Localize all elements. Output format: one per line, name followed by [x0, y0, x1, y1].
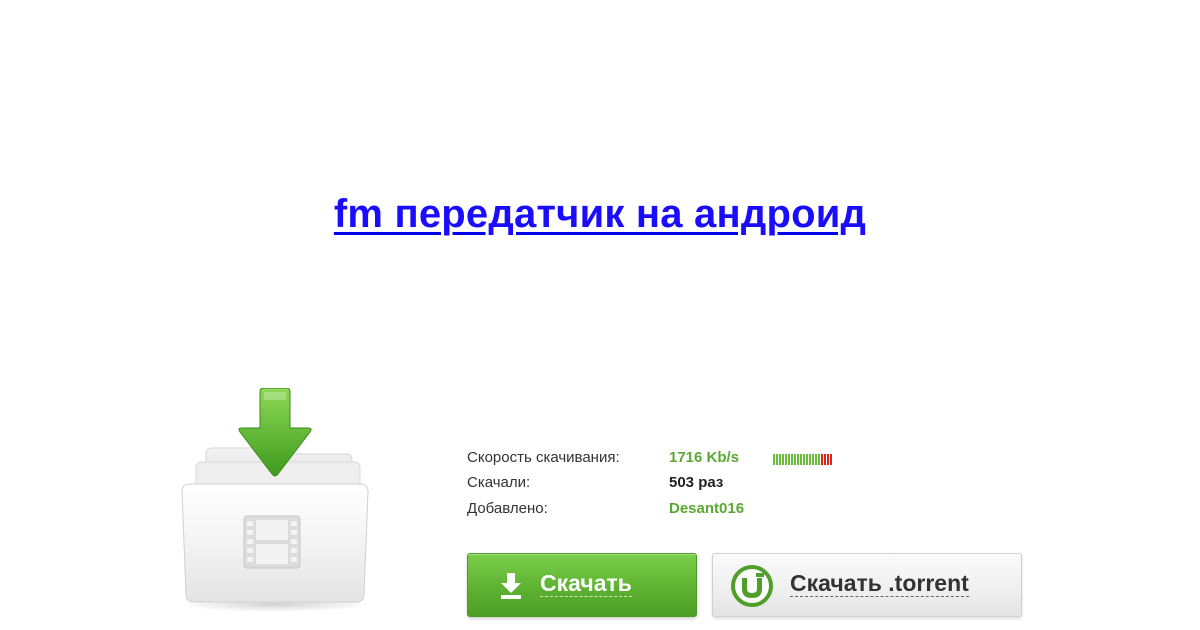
utorrent-icon: [731, 565, 773, 607]
page-title-link[interactable]: fm передатчик на андроид: [0, 192, 1200, 237]
speed-bar-green: [794, 454, 796, 465]
speed-bar-green: [782, 454, 784, 465]
speed-bar-green: [815, 454, 817, 465]
speed-label: Скорость скачивания:: [467, 449, 620, 466]
speed-bar-green: [803, 454, 805, 465]
speed-bar-green: [800, 454, 802, 465]
download-button-label: Скачать: [540, 570, 632, 597]
added-by-link[interactable]: Desant016: [669, 499, 744, 519]
downloads-value: 503 раз: [669, 474, 724, 491]
speed-bar-green: [797, 454, 799, 465]
video-folder-download-icon: [179, 388, 371, 612]
speed-bar-green: [806, 454, 808, 465]
page: fm передатчик на андроид Скорость скачив…: [0, 0, 1200, 630]
speed-value: 1716 Kb/s: [669, 449, 740, 466]
speed-bar-green: [785, 454, 787, 465]
added-label: Добавлено:: [467, 500, 548, 517]
speed-bar-red: [824, 454, 826, 465]
speed-bar-green: [779, 454, 781, 465]
downloads-label: Скачали:: [467, 474, 531, 491]
speed-bar-red: [827, 454, 829, 465]
speed-bar-green: [776, 454, 778, 465]
speed-bar-green: [812, 454, 814, 465]
torrent-button-label: Скачать .torrent: [790, 570, 969, 597]
download-button[interactable]: Скачать: [467, 553, 697, 617]
download-torrent-button[interactable]: Скачать .torrent: [712, 553, 1022, 617]
speed-bar-green: [809, 454, 811, 465]
speed-bar-green: [791, 454, 793, 465]
speed-bar-green: [818, 454, 820, 465]
speed-bar-red: [830, 454, 832, 465]
speed-bar-red: [821, 454, 823, 465]
speed-meter: [773, 454, 832, 465]
download-arrow-icon: [501, 573, 521, 599]
speed-bar-green: [788, 454, 790, 465]
speed-bar-green: [773, 454, 775, 465]
